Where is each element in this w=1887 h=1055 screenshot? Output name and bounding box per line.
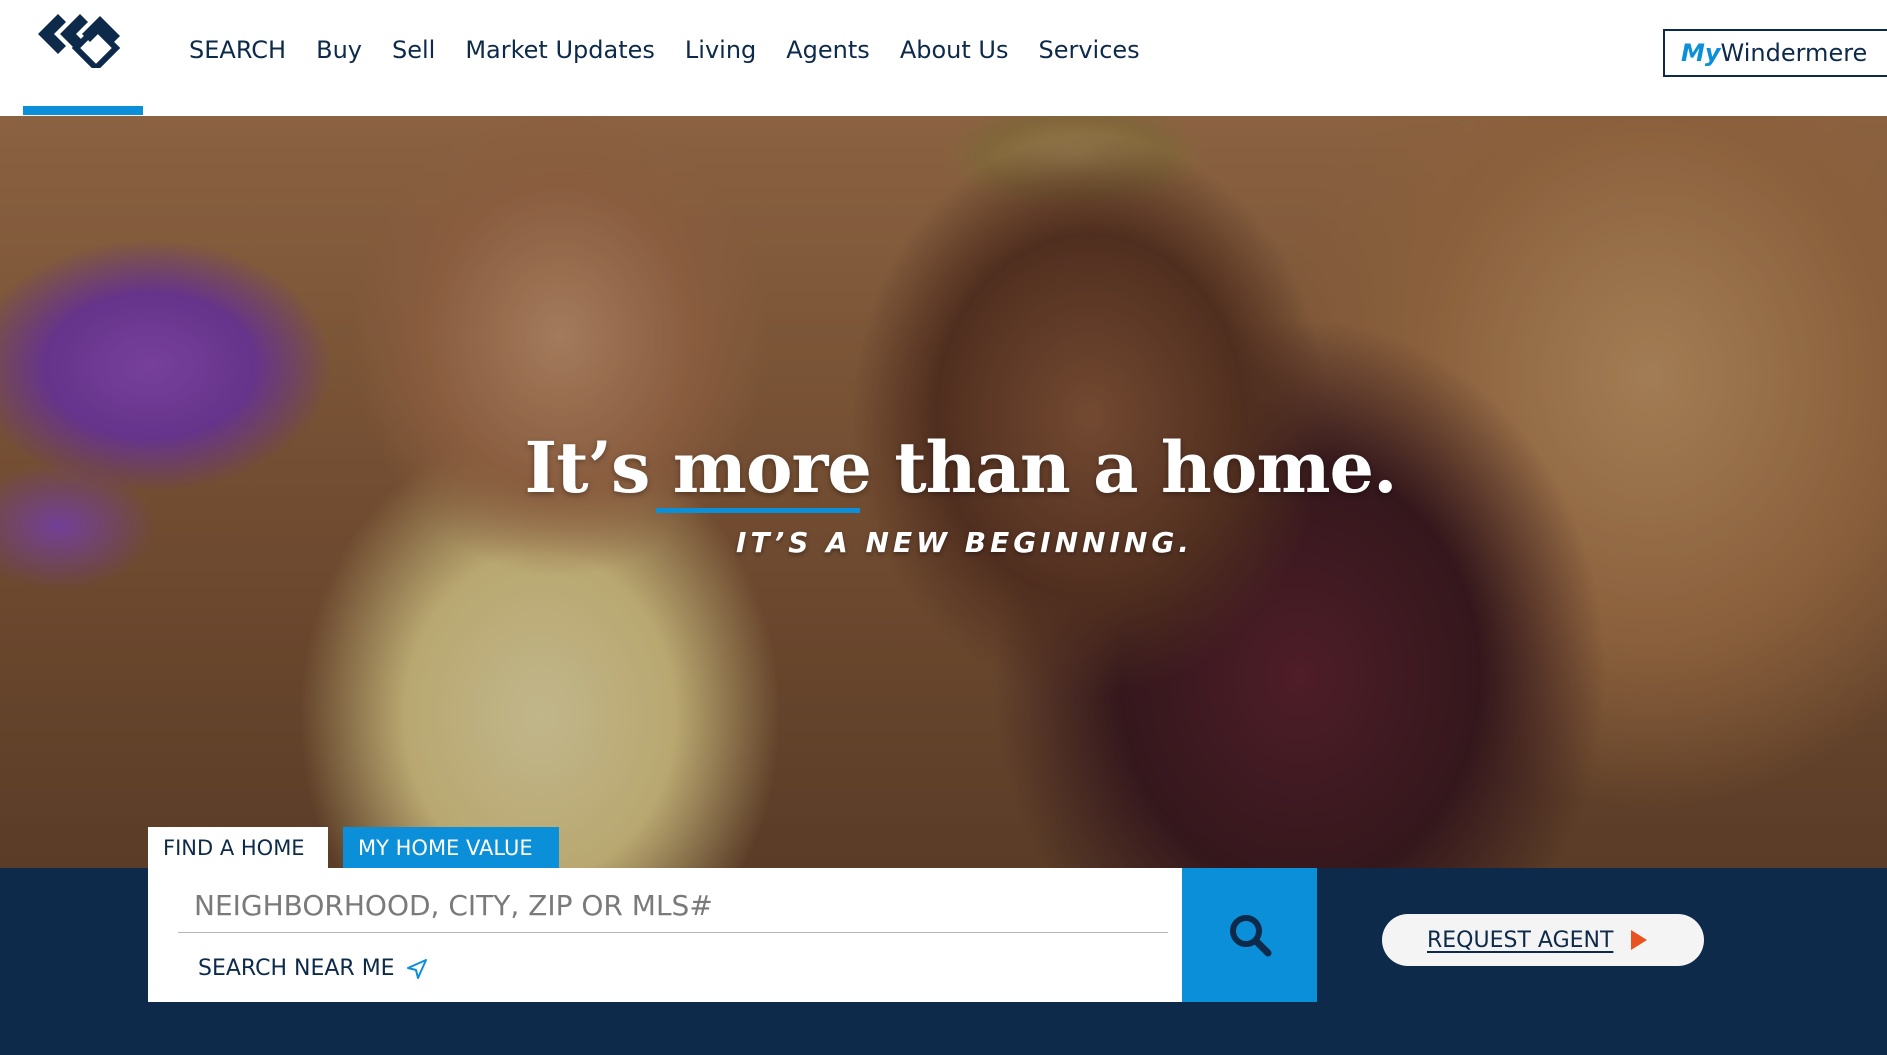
nav-services[interactable]: Services — [1038, 36, 1139, 64]
hero-subtitle: IT’S A NEW BEGINNING. — [736, 526, 1193, 559]
hero-title: It’s more than a home. — [524, 426, 1398, 509]
nav-search[interactable]: SEARCH — [189, 36, 286, 64]
windermere-logo-icon[interactable] — [38, 14, 128, 68]
nav-living[interactable]: Living — [685, 36, 756, 64]
my-windermere-prefix: My — [1681, 39, 1721, 67]
search-near-me-link[interactable]: SEARCH NEAR ME — [198, 956, 429, 981]
nav-about-us[interactable]: About Us — [900, 36, 1009, 64]
nav-market-updates[interactable]: Market Updates — [465, 36, 655, 64]
nav-buy[interactable]: Buy — [316, 36, 362, 64]
search-tabs: FIND A HOME MY HOME VALUE — [148, 827, 559, 868]
hero-banner: It’s more than a home. IT’S A NEW BEGINN… — [0, 116, 1887, 868]
search-near-me-label: SEARCH NEAR ME — [198, 956, 395, 981]
search-input[interactable] — [178, 878, 1168, 933]
request-agent-label: REQUEST AGENT — [1427, 927, 1614, 953]
search-icon — [1229, 915, 1271, 957]
hero-title-underline — [656, 508, 860, 513]
location-arrow-icon — [406, 958, 427, 979]
tab-find-a-home[interactable]: FIND A HOME — [148, 827, 328, 868]
active-nav-indicator — [23, 106, 143, 115]
my-windermere-label: Windermere — [1720, 39, 1868, 67]
nav-agents[interactable]: Agents — [786, 36, 870, 64]
request-agent-button[interactable]: REQUEST AGENT — [1382, 914, 1704, 966]
my-windermere-button[interactable]: My Windermere — [1663, 29, 1887, 77]
site-header: SEARCH Buy Sell Market Updates Living Ag… — [0, 0, 1887, 116]
main-nav: SEARCH Buy Sell Market Updates Living Ag… — [189, 36, 1170, 64]
nav-sell[interactable]: Sell — [392, 36, 435, 64]
search-submit-button[interactable] — [1182, 868, 1317, 1002]
search-panel: SEARCH NEAR ME — [148, 868, 1182, 1002]
tab-my-home-value[interactable]: MY HOME VALUE — [343, 827, 559, 868]
play-arrow-icon — [1631, 930, 1648, 950]
